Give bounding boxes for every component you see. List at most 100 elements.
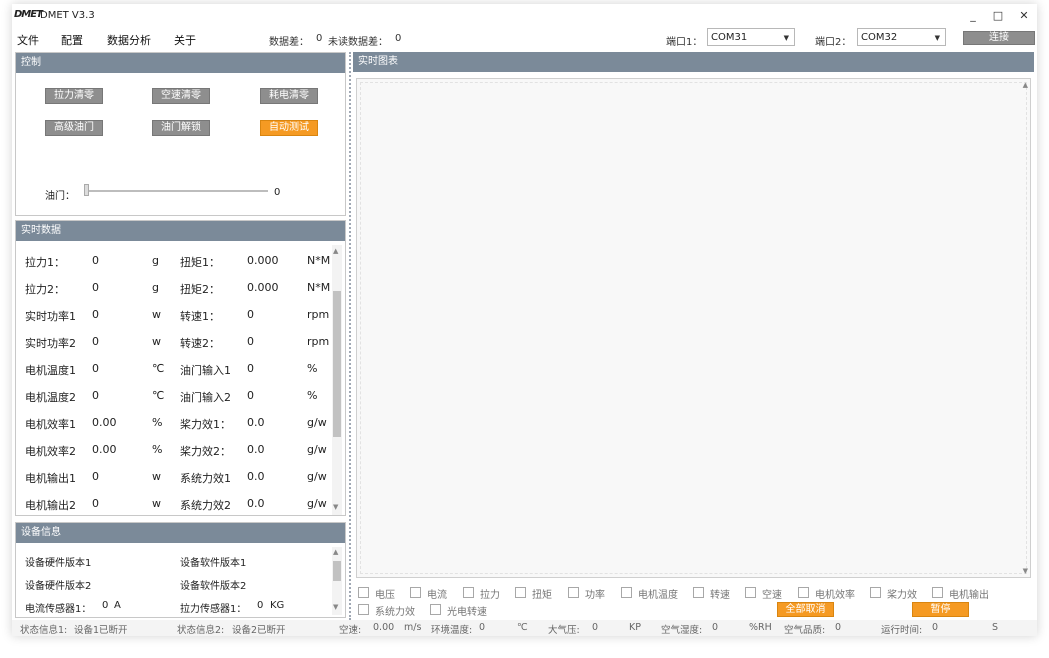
throttle-slider-track[interactable] [84,190,268,192]
status2-label: 状态信息2: [177,625,225,636]
control-panel: 控制 拉力清零 空速清零 耗电清零 高级油门 油门解锁 自动测试 油门： 0 [15,52,346,216]
row-value-1: 0 [92,308,99,321]
close-button[interactable]: ✕ [1015,8,1033,24]
scroll-down-icon[interactable]: ▼ [333,603,338,611]
menu-config[interactable]: 配置 [61,32,83,48]
row-value-2: 0 [247,362,254,375]
advanced-throttle-button[interactable]: 高级油门 [45,120,103,136]
pressure-unit: KP [629,622,641,633]
scroll-down-icon[interactable]: ▼ [333,503,338,511]
row-value-1: 0.00 [92,416,117,429]
throttle-unlock-button[interactable]: 油门解锁 [152,120,210,136]
pressure-value: 0 [592,622,599,633]
hw-version-1: 设备硬件版本1 [25,558,92,569]
row-label-2: 系统力效1 [180,472,231,485]
row-label-2: 油门输入1 [180,364,231,377]
panel-splitter[interactable] [349,52,351,620]
row-label-1: 实时功率2 [25,337,76,350]
pull-sensor-label: 拉力传感器1： [180,604,247,615]
airspeed-label: 空速: [339,625,362,636]
series-checkbox[interactable] [410,587,421,598]
row-label-1: 实时功率1 [25,310,76,323]
reset-power-button[interactable]: 耗电清零 [260,88,318,104]
window-title: DMET V3.3 [40,10,95,21]
series-checkbox-label: 转速 [710,590,730,601]
reset-airspeed-button[interactable]: 空速清零 [152,88,210,104]
series-checkbox-label: 电流 [427,590,447,601]
auto-test-button[interactable]: 自动测试 [260,120,318,136]
series-checkbox[interactable] [430,604,441,615]
throttle-slider-handle[interactable] [84,184,89,196]
row-label-2: 桨力效2： [180,445,231,458]
row-value-2: 0 [247,308,254,321]
row-value-2: 0 [247,335,254,348]
row-unit-2: rpm [307,308,330,321]
chart-plot-area [360,82,1027,574]
series-checkbox[interactable] [932,587,943,598]
row-unit-1: w [152,308,161,321]
maximize-button[interactable]: □ [989,8,1007,24]
realtime-chart-title: 实时图表 [353,52,1034,72]
hw-version-2: 设备硬件版本2 [25,581,92,592]
menu-about[interactable]: 关于 [174,32,196,48]
current-sensor-label: 电流传感器1： [25,604,92,615]
series-checkbox[interactable] [515,587,526,598]
temp-unit: ℃ [517,622,528,633]
scroll-up-icon[interactable]: ▲ [333,247,338,255]
chart-scroll-up-icon[interactable]: ▲ [1023,81,1028,89]
series-checkbox-label: 电机效率 [815,590,855,601]
device-scroll-thumb[interactable] [333,561,341,581]
menu-file[interactable]: 文件 [17,32,39,48]
row-label-2: 系统力效2 [180,499,231,512]
series-checkbox[interactable] [463,587,474,598]
port1-value: COM31 [711,32,748,43]
series-checkbox[interactable] [568,587,579,598]
row-value-2: 0.000 [247,254,279,267]
row-unit-2: % [307,362,318,375]
unread-diff-value: 0 [395,33,402,44]
series-checkbox[interactable] [693,587,704,598]
reset-pull-button[interactable]: 拉力清零 [45,88,103,104]
minimize-button[interactable]: _ [964,8,982,24]
chevron-down-icon: ▼ [934,34,940,42]
chart-scroll-down-icon[interactable]: ▼ [1023,567,1028,575]
realtime-scroll-thumb[interactable] [333,291,341,437]
series-checkbox[interactable] [621,587,632,598]
row-label-2: 油门输入2 [180,391,231,404]
sw-version-2: 设备软件版本2 [180,581,247,592]
series-checkbox-label: 桨力效 [887,590,917,601]
device-info-title: 设备信息 [16,523,345,543]
temp-label: 环境温度: [431,625,473,636]
device-info-panel: 设备信息 设备硬件版本1 设备软件版本1 设备硬件版本2 设备软件版本2 电流传… [15,522,346,618]
chart-canvas[interactable]: ▲ ▼ [356,78,1031,578]
series-checkbox[interactable] [745,587,756,598]
series-checkbox[interactable] [358,604,369,615]
series-checkbox-label: 扭矩 [532,590,552,601]
row-unit-1: w [152,470,161,483]
air-quality-value: 0 [835,622,842,633]
row-value-1: 0 [92,281,99,294]
series-checkbox[interactable] [798,587,809,598]
row-value-1: 0.00 [92,443,117,456]
row-label-1: 电机温度1 [25,364,76,377]
series-checkbox-label: 光电转速 [447,607,487,618]
connect-button[interactable]: 连接 [963,31,1035,45]
cancel-all-button[interactable]: 全部取消 [777,602,834,617]
pause-button[interactable]: 暂停 [912,602,969,617]
series-checkbox[interactable] [358,587,369,598]
row-label-1: 拉力1： [25,256,65,269]
port1-label: 端口1： [666,37,703,48]
series-checkbox[interactable] [870,587,881,598]
row-value-1: 0 [92,254,99,267]
airspeed-value: 0.00 [373,622,395,633]
airspeed-unit: m/s [404,622,422,633]
series-checkbox-label: 电压 [375,590,395,601]
port2-label: 端口2： [815,37,852,48]
pressure-label: 大气压: [548,625,580,636]
row-unit-1: % [152,416,163,429]
port2-select[interactable]: COM32 ▼ [857,28,946,46]
status-bar: 状态信息1: 设备1已断开 状态信息2: 设备2已断开 空速: 0.00 m/s… [12,620,1037,636]
port1-select[interactable]: COM31 ▼ [707,28,795,46]
scroll-up-icon[interactable]: ▲ [333,548,338,556]
menu-analysis[interactable]: 数据分析 [107,32,151,48]
